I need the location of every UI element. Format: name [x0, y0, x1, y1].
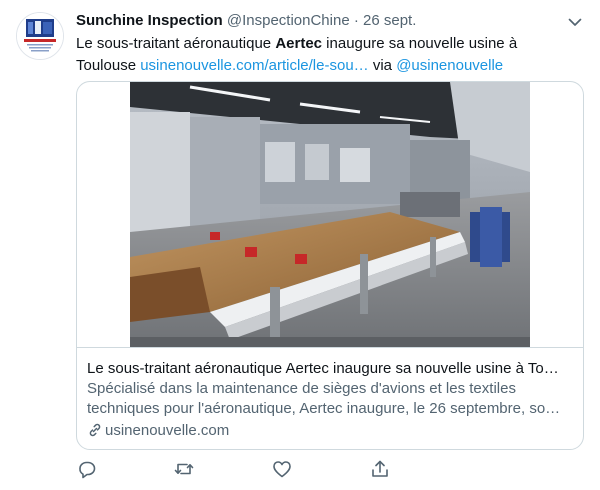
reply-icon[interactable]: [76, 458, 98, 480]
link-icon: [89, 423, 101, 437]
avatar[interactable]: [16, 12, 64, 60]
card-image[interactable]: [130, 82, 530, 347]
card-description: Spécialisé dans la maintenance de sièges…: [87, 379, 573, 419]
author-handle[interactable]: @InspectionChine: [227, 12, 350, 29]
author-name[interactable]: Sunchine Inspection: [76, 12, 223, 29]
tweet-mention-link[interactable]: @usinenouvelle: [396, 57, 503, 74]
meta-separator: ·: [353, 12, 359, 29]
retweet-icon[interactable]: [173, 458, 195, 480]
card-description-line2: techniques pour l'aéronautique, Aertec i…: [87, 400, 561, 417]
link-card[interactable]: Le sous-traitant aéronautique Aertec ina…: [76, 81, 584, 450]
tweet-header: Sunchine Inspection @InspectionChine · 2…: [76, 11, 560, 31]
factory-photo: [130, 82, 530, 347]
card-domain-text: usinenouvelle.com: [105, 422, 230, 439]
tweet-text-part1: Le sous-traitant aéronautique: [76, 35, 276, 52]
avatar-logo-icon: [17, 13, 63, 59]
tweet-text-via: via: [368, 57, 397, 74]
tweet-text-bold: Aertec: [275, 35, 323, 52]
share-icon[interactable]: [369, 458, 391, 480]
card-domain[interactable]: usinenouvelle.com: [87, 421, 229, 441]
tweet-text: Le sous-traitant aéronautique Aertec ina…: [76, 33, 576, 77]
tweet-article-link[interactable]: usinenouvelle.com/article/le-sou…: [140, 57, 368, 74]
tweet-date[interactable]: 26 sept.: [363, 12, 416, 29]
tweet-actions: [76, 458, 456, 480]
tweet[interactable]: Sunchine Inspection @InspectionChine · 2…: [0, 0, 600, 490]
caret-down-icon[interactable]: [566, 13, 584, 31]
card-description-line1: Spécialisé dans la maintenance de sièges…: [87, 380, 516, 397]
card-title[interactable]: Le sous-traitant aéronautique Aertec ina…: [87, 359, 573, 379]
like-icon[interactable]: [271, 458, 293, 480]
card-info[interactable]: Le sous-traitant aéronautique Aertec ina…: [77, 347, 583, 449]
